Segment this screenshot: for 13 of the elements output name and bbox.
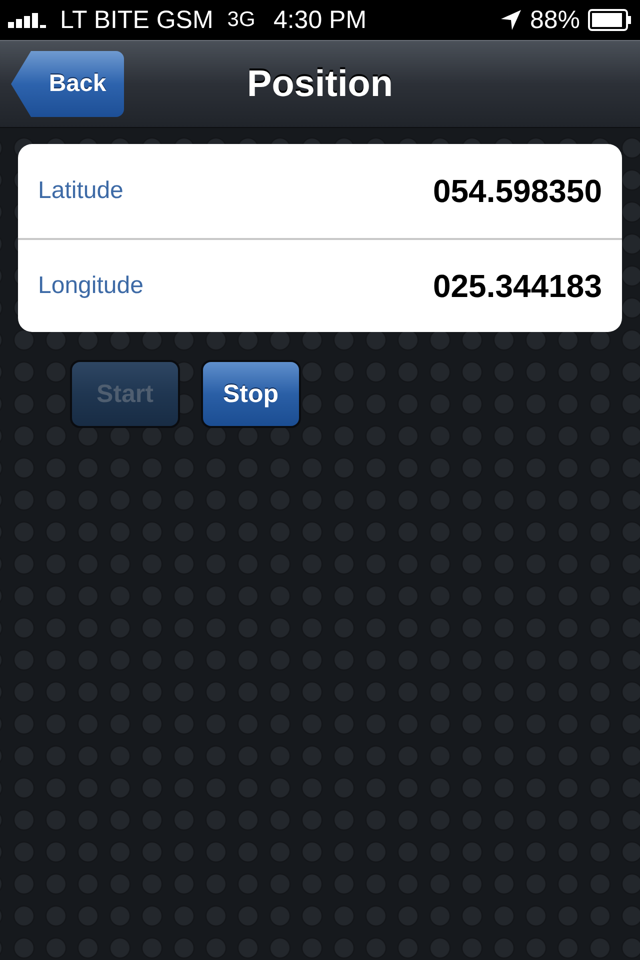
field-value: 054.598350: [432, 172, 602, 210]
network-type: 3G: [227, 8, 256, 32]
status-time: 4:30 PM: [273, 6, 367, 34]
location-arrow-icon: [500, 9, 522, 31]
field-value: 025.344183: [432, 268, 602, 304]
field-label: Longitude: [38, 272, 144, 300]
carrier-name: LT BITE GSM: [60, 6, 214, 34]
back-button[interactable]: Back: [11, 51, 124, 117]
battery-percent: 88%: [530, 6, 580, 34]
battery-icon: [588, 9, 632, 31]
stop-button[interactable]: Stop: [201, 360, 301, 428]
field-label: Latitude: [38, 177, 124, 205]
page-title: Position: [247, 63, 393, 105]
